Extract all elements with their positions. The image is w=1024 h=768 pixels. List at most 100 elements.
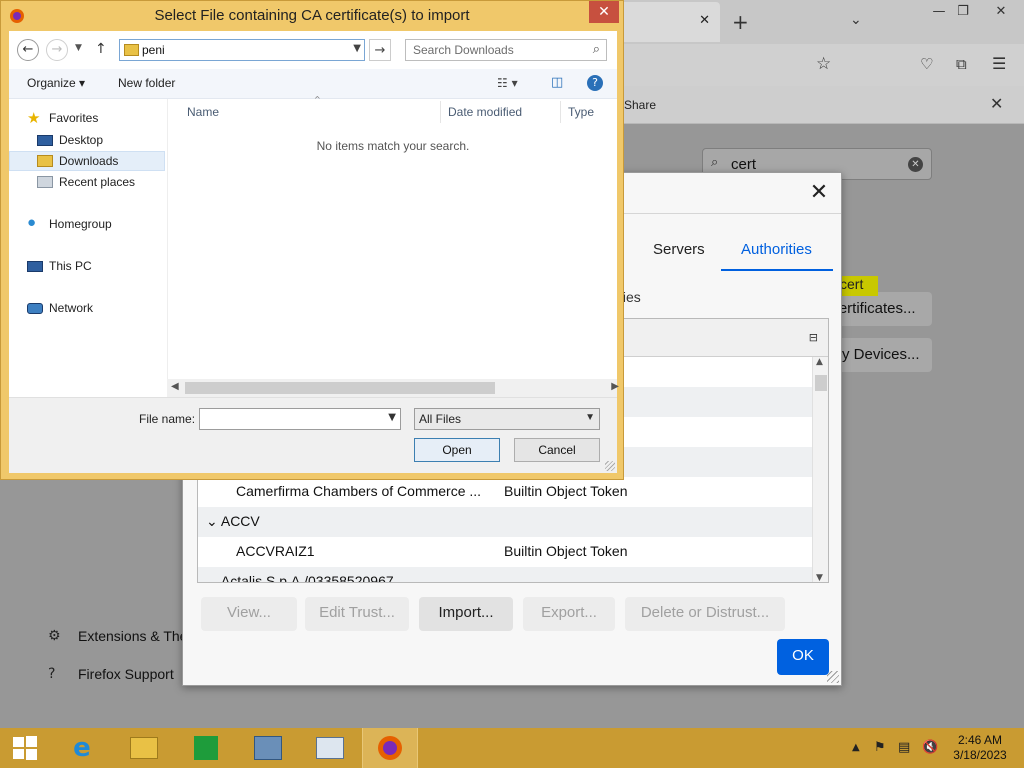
ok-button[interactable]: OK xyxy=(777,639,829,675)
scroll-down-icon[interactable]: ▼ xyxy=(816,573,823,582)
search-input[interactable]: Search Downloads ⌕ xyxy=(405,39,607,61)
delete-distrust-button[interactable]: Delete or Distrust... xyxy=(625,597,785,631)
folder-icon xyxy=(124,44,139,56)
column-divider[interactable] xyxy=(440,101,441,123)
up-arrow-icon[interactable]: ↑ xyxy=(95,41,107,57)
recent-places-icon xyxy=(37,176,53,188)
search-icon[interactable]: ⌕ xyxy=(593,42,600,57)
pocket-icon[interactable]: ♡ xyxy=(920,55,933,73)
puzzle-icon: ⚙ xyxy=(48,628,61,644)
volume-muted-icon[interactable]: 🔇 xyxy=(922,740,938,755)
start-button[interactable] xyxy=(0,728,50,768)
chevron-down-icon: ⌄ xyxy=(206,573,218,583)
menu-hamburger-icon[interactable]: ☰ xyxy=(992,54,1006,73)
scroll-thumb[interactable] xyxy=(815,375,827,391)
address-value: peni xyxy=(142,43,165,57)
extensions-icon[interactable]: ⧉ xyxy=(956,55,967,73)
search-icon: ⌕ xyxy=(711,155,719,170)
dialog-close-icon[interactable]: ✕ xyxy=(807,182,831,206)
control-panel-button[interactable] xyxy=(240,728,296,768)
scroll-right-icon[interactable]: ▶ xyxy=(611,381,619,392)
clear-search-icon[interactable]: ✕ xyxy=(908,157,923,172)
file-type-select[interactable]: All Files ▼ xyxy=(414,408,600,430)
recent-locations-chevron-icon[interactable]: ▼ xyxy=(75,43,82,53)
new-folder-button[interactable]: New folder xyxy=(118,76,175,90)
desktop-icon xyxy=(37,135,53,146)
column-divider[interactable] xyxy=(560,101,561,123)
table-row[interactable]: Camerfirma Chambers of Commerce ... Buil… xyxy=(198,477,812,507)
file-name-input[interactable]: ▼ xyxy=(199,408,401,430)
file-name-dropdown-icon[interactable]: ▼ xyxy=(388,412,396,423)
file-explorer-button[interactable] xyxy=(116,728,172,768)
list-tabs-chevron-icon[interactable]: ⌄ xyxy=(850,12,862,28)
organize-menu[interactable]: Organize ▾ xyxy=(27,76,85,90)
new-tab-button[interactable]: + xyxy=(732,10,749,34)
chevron-down-icon: ⌄ xyxy=(206,513,218,529)
network-tray-icon[interactable]: ▤ xyxy=(898,740,910,755)
import-button[interactable]: Import... xyxy=(419,597,513,631)
address-input[interactable]: peni ▼ xyxy=(119,39,365,61)
performance-monitor-button[interactable] xyxy=(302,728,358,768)
control-panel-icon xyxy=(254,736,282,760)
address-dropdown-icon[interactable]: ▼ xyxy=(353,43,361,54)
scroll-left-icon[interactable]: ◀ xyxy=(171,381,179,392)
internet-explorer-icon: e xyxy=(73,733,91,763)
firefox-taskbar-button[interactable] xyxy=(362,728,418,768)
tab-servers[interactable]: Servers xyxy=(653,241,705,258)
tree-group-row[interactable]: ⌄ ACCV xyxy=(198,507,812,537)
resize-grip[interactable] xyxy=(827,671,839,683)
dialog-title: Select File containing CA certificate(s)… xyxy=(154,7,470,24)
tree-scrollbar[interactable]: ▲ ▼ xyxy=(812,357,828,582)
search-placeholder: Search Downloads xyxy=(413,43,514,57)
firefox-tab[interactable]: ✕ xyxy=(610,2,720,42)
column-picker-icon[interactable]: ⊟ xyxy=(809,331,818,344)
open-button[interactable]: Open xyxy=(414,438,500,462)
store-button[interactable] xyxy=(178,728,234,768)
column-header-type[interactable]: Type xyxy=(568,105,594,119)
cancel-button[interactable]: Cancel xyxy=(514,438,600,462)
firefox-support-link[interactable]: Firefox Support xyxy=(78,666,174,682)
help-icon[interactable]: ? xyxy=(587,75,603,91)
tab-close-icon[interactable]: ✕ xyxy=(699,13,710,28)
system-clock[interactable]: 2:46 AM 3/18/2023 xyxy=(950,733,1010,763)
share-button[interactable]: Share xyxy=(624,98,656,112)
scroll-up-icon[interactable]: ▲ xyxy=(816,357,823,367)
tree-group-row[interactable]: ⌄ Actalis S.p.A./03358520967 xyxy=(198,567,812,583)
show-hidden-icons-icon[interactable]: ▲ xyxy=(852,742,860,753)
folder-icon xyxy=(130,737,158,759)
dialog-body: ← → ▼ ↑ peni ▼ → Search Downloads ⌕ Orga… xyxy=(9,31,619,473)
column-header-date[interactable]: Date modified xyxy=(448,105,522,119)
export-button[interactable]: Export... xyxy=(523,597,615,631)
action-center-flag-icon[interactable]: ⚑ xyxy=(874,740,886,755)
file-list[interactable]: ^ Name Date modified Type No items match… xyxy=(167,95,617,397)
view-button[interactable]: View... xyxy=(201,597,297,631)
view-options-icon[interactable]: ☷ ▾ xyxy=(497,76,518,90)
horizontal-scrollbar[interactable]: ◀ ▶ xyxy=(167,379,619,397)
internet-explorer-button[interactable]: e xyxy=(54,728,110,768)
resize-grip[interactable] xyxy=(605,461,615,471)
downloads-folder-icon xyxy=(37,155,53,167)
homegroup-icon: ● xyxy=(27,214,37,231)
active-tab-indicator xyxy=(721,269,833,271)
column-header-name[interactable]: Name xyxy=(187,105,219,119)
dialog-close-icon[interactable]: ✕ xyxy=(589,1,619,23)
command-bar: Organize ▾ New folder ☷ ▾ ◫ ? xyxy=(9,69,617,99)
back-arrow-icon[interactable]: ← xyxy=(17,39,39,61)
notification-close-icon[interactable]: ✕ xyxy=(990,94,1003,113)
scroll-thumb[interactable] xyxy=(185,382,495,394)
file-type-dropdown-icon[interactable]: ▼ xyxy=(585,412,595,423)
taskbar: e ▲ ⚑ ▤ 🔇 2:46 AM 3/18/2023 xyxy=(0,728,1024,768)
tab-authorities[interactable]: Authorities xyxy=(741,241,812,258)
table-row[interactable]: ACCVRAIZ1 Builtin Object Token xyxy=(198,537,812,567)
go-arrow-icon[interactable]: → xyxy=(369,39,391,61)
window-close-icon[interactable]: ✕ xyxy=(978,0,1024,22)
monitor-icon xyxy=(316,737,344,759)
dialog-footer: File name: ▼ All Files ▼ Open Cancel xyxy=(9,397,617,473)
preview-pane-icon[interactable]: ◫ xyxy=(551,75,563,90)
forward-arrow-icon[interactable]: → xyxy=(46,39,68,61)
file-name-label: File name: xyxy=(139,412,196,426)
file-open-dialog: Select File containing CA certificate(s)… xyxy=(0,0,624,480)
bookmark-star-icon[interactable]: ☆ xyxy=(816,54,831,74)
edit-trust-button[interactable]: Edit Trust... xyxy=(305,597,409,631)
star-icon: ★ xyxy=(27,110,41,127)
